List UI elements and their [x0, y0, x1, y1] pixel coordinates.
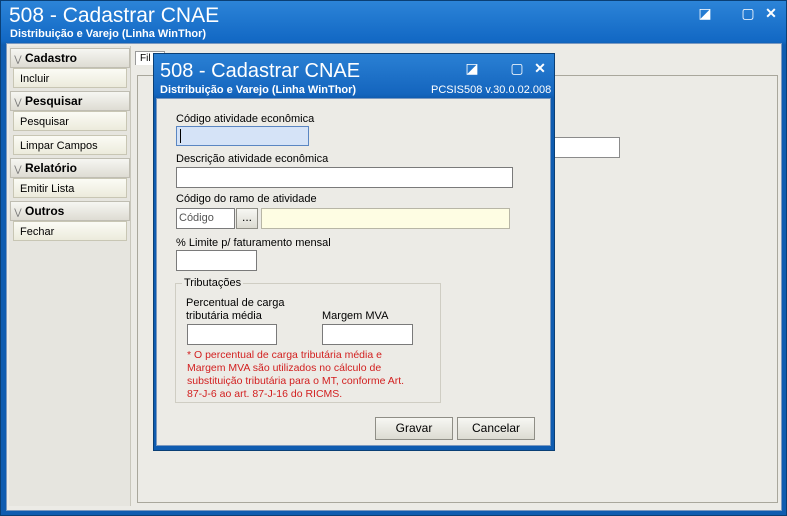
tributacoes-legend: Tributações — [182, 277, 244, 289]
dialog-subtitle: Distribuição e Varejo (Linha WinThor) — [160, 84, 357, 96]
descricao-atividade-label: Descrição atividade econômica — [176, 153, 329, 165]
background-input[interactable] — [548, 137, 620, 158]
descricao-atividade-input[interactable] — [176, 167, 513, 188]
chevron-up-icon: ⋁ — [14, 164, 22, 174]
incluir-button[interactable]: Incluir — [13, 68, 127, 88]
close-icon[interactable]: ✕ — [764, 6, 778, 20]
codigo-atividade-label: Código atividade econômica — [176, 113, 315, 125]
margem-mva-input[interactable] — [322, 324, 413, 345]
dialog-minimize-icon[interactable]: ▢ — [510, 61, 524, 75]
sidebar-group-pesquisar[interactable]: ⋁ Pesquisar — [10, 91, 130, 111]
chevron-up-icon: ⋁ — [14, 54, 22, 64]
tributacoes-warning: * O percentual de carga tributária média… — [187, 349, 405, 400]
main-window-title: 508 - Cadastrar CNAE — [9, 4, 220, 27]
percentual-carga-label-line1: Percentual de carga — [186, 297, 285, 309]
emitir-lista-button[interactable]: Emitir Lista — [13, 178, 127, 198]
sidebar-group-cadastro[interactable]: ⋁ Cadastro — [10, 48, 130, 68]
gravar-button[interactable]: Gravar — [375, 417, 453, 440]
minimize-icon[interactable]: ▢ — [741, 6, 755, 20]
dialog-version: PCSIS508 v.30.0.02.008 — [431, 84, 552, 96]
sidebar-group-outros[interactable]: ⋁ Outros — [10, 201, 130, 221]
percentual-carga-label-line2: tributária média — [186, 310, 262, 322]
dialog-title: 508 - Cadastrar CNAE — [160, 60, 361, 82]
margem-mva-label: Margem MVA — [322, 310, 389, 322]
limite-faturamento-input[interactable] — [176, 250, 257, 271]
codigo-ramo-lookup-button[interactable]: ... — [236, 208, 258, 229]
limite-faturamento-label: % Limite p/ faturamento mensal — [176, 237, 331, 249]
dialog-restore-icon[interactable]: ◪ — [465, 61, 479, 75]
dialog-close-icon[interactable]: ✕ — [533, 61, 547, 75]
main-window-subtitle: Distribuição e Varejo (Linha WinThor) — [10, 28, 207, 40]
chevron-up-icon: ⋁ — [14, 97, 22, 107]
codigo-ramo-label: Código do ramo de atividade — [176, 193, 317, 205]
fechar-button[interactable]: Fechar — [13, 221, 127, 241]
codigo-ramo-input[interactable]: Código — [176, 208, 235, 229]
cancelar-button[interactable]: Cancelar — [457, 417, 535, 440]
chevron-up-icon: ⋁ — [14, 207, 22, 217]
pesquisar-button[interactable]: Pesquisar — [13, 111, 127, 131]
codigo-atividade-input[interactable] — [176, 126, 309, 146]
limpar-campos-button[interactable]: Limpar Campos — [13, 135, 127, 155]
text-cursor — [180, 129, 181, 143]
ramo-descricao-field — [261, 208, 510, 229]
restore-icon[interactable]: ◪ — [698, 6, 712, 20]
percentual-carga-input[interactable] — [187, 324, 277, 345]
sidebar-group-relatorio[interactable]: ⋁ Relatório — [10, 158, 130, 178]
